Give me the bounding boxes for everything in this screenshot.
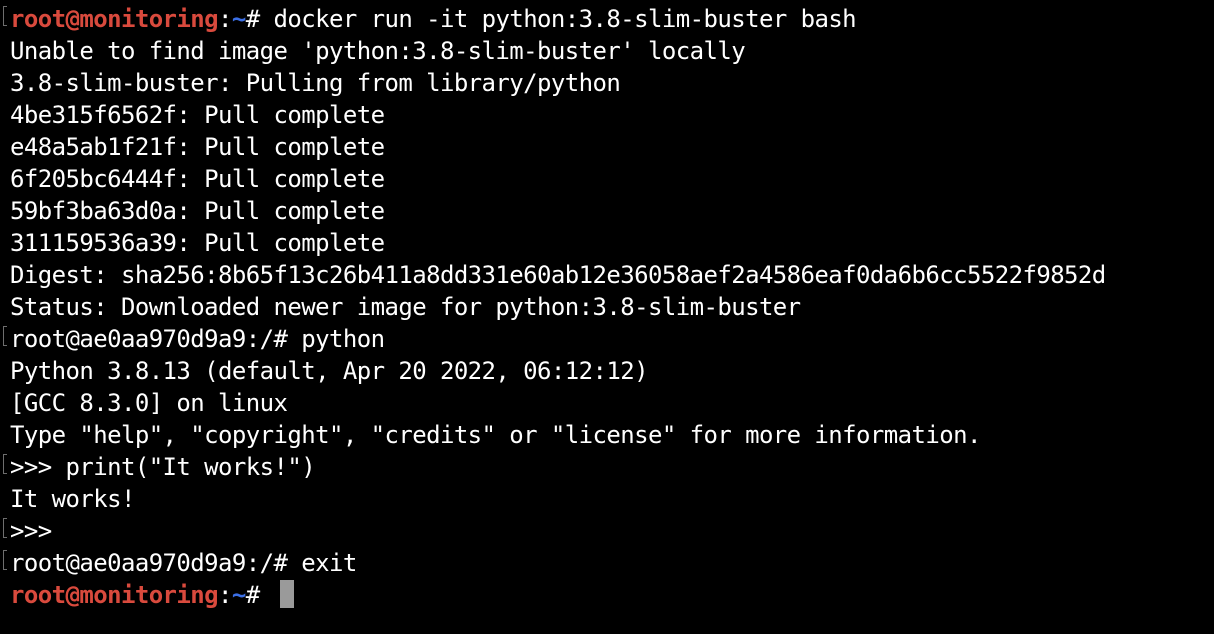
repl-input-line: >>> print("It works!")	[10, 453, 316, 481]
prompt-path: ~	[231, 581, 246, 609]
prompt-symbol: #	[245, 5, 274, 33]
output-line: Unable to find image 'python:3.8-slim-bu…	[10, 37, 746, 65]
output-line: 59bf3ba63d0a: Pull complete	[10, 197, 385, 225]
prompt-colon: :	[218, 581, 232, 609]
output-line: 311159536a39: Pull complete	[10, 229, 385, 257]
prompt-user: root@monitoring	[10, 581, 219, 609]
prompt-user: root@monitoring	[10, 5, 219, 33]
status-line: Status: Downloaded newer image for pytho…	[10, 293, 801, 321]
line-marker	[3, 518, 7, 538]
prompt-path: ~	[231, 5, 246, 33]
line-marker	[3, 326, 7, 346]
python-banner-line: [GCC 8.3.0] on linux	[10, 389, 288, 417]
output-line: 4be315f6562f: Pull complete	[10, 101, 385, 129]
output-line: 6f205bc6444f: Pull complete	[10, 165, 385, 193]
output-line: e48a5ab1f21f: Pull complete	[10, 133, 385, 161]
current-prompt-line[interactable]: root@monitoring:~#	[10, 579, 294, 611]
python-banner-line: Type "help", "copyright", "credits" or "…	[10, 421, 981, 449]
line-marker	[3, 550, 7, 570]
docker-command: docker run -it python:3.8-slim-buster ba…	[273, 5, 857, 33]
line-marker	[3, 6, 7, 26]
output-line: 3.8-slim-buster: Pulling from library/py…	[10, 69, 621, 97]
repl-empty-line: >>>	[10, 517, 52, 545]
digest-line: Digest: sha256:8b65f13c26b411a8dd331e60a…	[10, 261, 1106, 289]
container-exit-line: root@ae0aa970d9a9:/# exit	[10, 549, 357, 577]
prompt-symbol: #	[245, 581, 274, 609]
container-prompt-line: root@ae0aa970d9a9:/# python	[10, 325, 385, 353]
python-banner-line: Python 3.8.13 (default, Apr 20 2022, 06:…	[10, 357, 649, 385]
repl-output-line: It works!	[10, 485, 135, 513]
line-marker	[3, 454, 7, 474]
prompt-colon: :	[218, 5, 232, 33]
text-cursor[interactable]	[279, 580, 294, 608]
prompt-line-host: root@monitoring:~# docker run -it python…	[10, 3, 857, 35]
terminal-window[interactable]: root@monitoring:~# docker run -it python…	[0, 0, 1214, 634]
